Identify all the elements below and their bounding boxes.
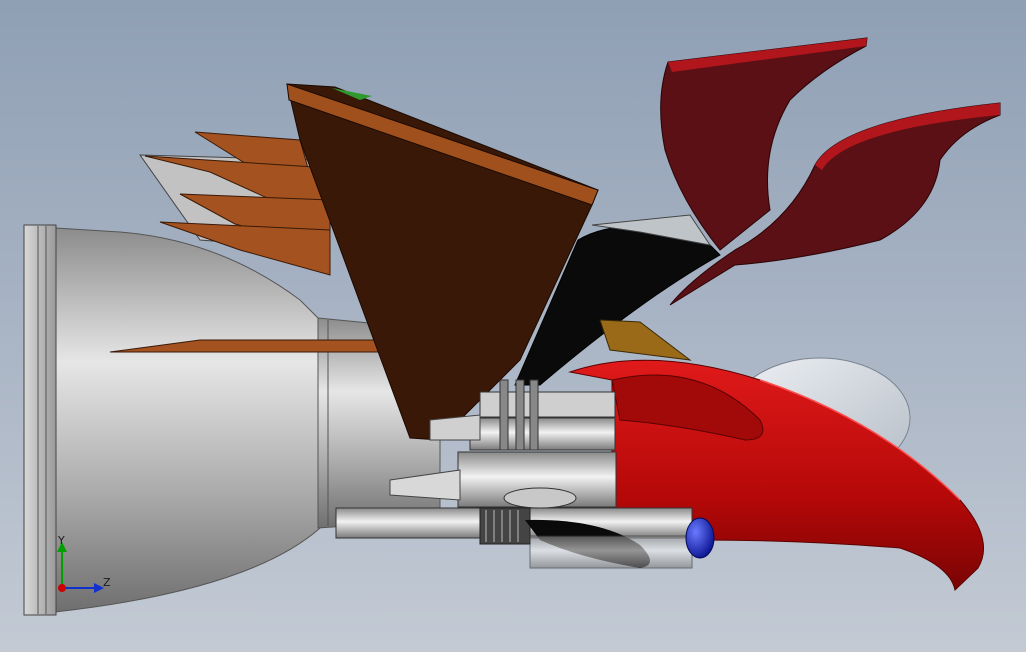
gun-barrel[interactable] (335, 507, 693, 569)
red-feather-fins[interactable] (660, 37, 1001, 306)
model-canvas[interactable]: Y Z (0, 0, 1026, 652)
3d-model-viewport[interactable]: Y Z (0, 0, 1026, 652)
y-axis-label: Y (57, 534, 65, 547)
x-axis-dot (58, 584, 66, 592)
blue-tip-light[interactable] (685, 517, 715, 559)
z-axis-label: Z (103, 576, 111, 589)
